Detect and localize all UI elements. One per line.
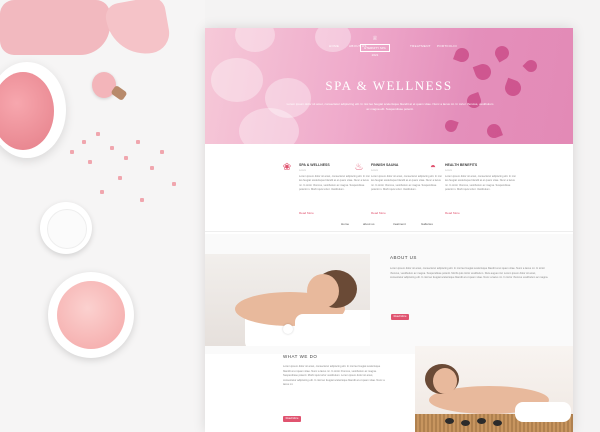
site-logo[interactable]: ♕ ETERNITY SPA 2021 bbox=[355, 36, 395, 60]
feature-read-more[interactable]: Read More bbox=[445, 211, 460, 215]
subnav-home[interactable]: Home bbox=[341, 222, 349, 226]
stone-massage-photo bbox=[415, 346, 573, 432]
about-text: Lorem ipsum dolor sit amet, consectetur … bbox=[390, 267, 549, 279]
salt-crystal bbox=[118, 176, 122, 180]
hero-title: SPA & WELLNESS bbox=[325, 78, 453, 93]
salt-crystal bbox=[100, 190, 104, 194]
salt-crystal bbox=[82, 140, 86, 144]
website-mockup: HOME ABOUT US TREATMENT PORTFOLIO ♕ ETER… bbox=[205, 28, 573, 432]
feature-text: Lorem ipsum dolor sit amet, consectetur … bbox=[445, 175, 516, 192]
salt-crystal bbox=[140, 198, 144, 202]
about-read-more-button[interactable]: Read More bbox=[391, 314, 409, 320]
nav-portfolio[interactable]: PORTFOLIO bbox=[437, 44, 457, 48]
nav-treatment[interactable]: TREATMENT bbox=[410, 44, 431, 48]
salt-crystal bbox=[160, 150, 164, 154]
salt-crystal bbox=[110, 146, 114, 150]
subnav-about[interactable]: about us bbox=[363, 222, 375, 226]
pillow-shape bbox=[295, 314, 365, 336]
feature-title: HEALTH BENEFITS bbox=[445, 163, 478, 167]
about-title: ABOUT US bbox=[390, 255, 417, 260]
orchid-flower bbox=[283, 324, 293, 334]
lotus-icon: ❀ bbox=[282, 162, 292, 173]
section-divider bbox=[205, 231, 573, 232]
logo-year: 2021 bbox=[371, 53, 379, 57]
face-shape bbox=[307, 274, 339, 308]
what-we-do-read-more-button[interactable]: Read More bbox=[283, 416, 301, 422]
feature-text: Lorem ipsum dolor sit amet, consectetur … bbox=[371, 175, 442, 192]
towel-image bbox=[103, 0, 173, 60]
orchid-petal bbox=[522, 57, 540, 75]
salt-crystal bbox=[124, 156, 128, 160]
towel-shape bbox=[515, 402, 571, 422]
about-section: ABOUT US Lorem ipsum dolor sit amet, con… bbox=[205, 234, 573, 354]
orchid-petal bbox=[443, 118, 459, 134]
what-we-do-section: WHAT WE DO Lorem ipsum dolor sit amet, c… bbox=[205, 346, 573, 432]
towel-image bbox=[0, 0, 110, 55]
salt-crystal bbox=[70, 150, 74, 154]
nav-home[interactable]: HOME bbox=[329, 44, 339, 48]
salt-crystal bbox=[88, 160, 92, 164]
logo-text: ETERNITY SPA bbox=[360, 44, 390, 52]
salt-crystal bbox=[136, 140, 140, 144]
hero-banner: HOME ABOUT US TREATMENT PORTFOLIO ♕ ETER… bbox=[205, 28, 573, 144]
crown-icon: ♕ bbox=[372, 36, 378, 42]
subnav-galleries[interactable]: Galleries bbox=[421, 222, 433, 226]
massage-photo bbox=[205, 254, 370, 346]
secondary-nav: Home about us treatment Galleries bbox=[205, 222, 573, 230]
hot-stone bbox=[461, 420, 470, 426]
hot-stone bbox=[493, 420, 502, 426]
what-we-do-text: Lorem ipsum dolor sit amet, consectetur … bbox=[283, 365, 385, 386]
pink-cream-jar-image bbox=[48, 272, 134, 358]
salt-crystal bbox=[96, 132, 100, 136]
face-shape bbox=[433, 368, 457, 394]
feature-subtitle: Lorem bbox=[445, 169, 453, 172]
what-we-do-title: WHAT WE DO bbox=[283, 354, 318, 359]
hero-subtitle: Lorem ipsum dolor sit amet, consectetur … bbox=[286, 102, 494, 111]
background-photo bbox=[0, 0, 205, 432]
candle-icon: ♨ bbox=[354, 162, 364, 173]
cork-image bbox=[110, 84, 128, 102]
hot-stone bbox=[477, 418, 486, 424]
feature-text: Lorem ipsum dolor sit amet, consectetur … bbox=[299, 175, 370, 192]
feature-subtitle: Lorem bbox=[371, 169, 379, 172]
feature-title: SPA & WELLNESS bbox=[299, 163, 330, 167]
salt-crystal bbox=[150, 166, 154, 170]
cream-jar-image bbox=[40, 202, 92, 254]
bowl-icon: ◓ bbox=[429, 162, 437, 173]
feature-title: FINNISH SAUNA bbox=[371, 163, 399, 167]
subnav-treatment[interactable]: treatment bbox=[393, 222, 406, 226]
feature-read-more[interactable]: Read More bbox=[299, 211, 314, 215]
feature-read-more[interactable]: Read More bbox=[371, 211, 386, 215]
orchid-petal bbox=[485, 122, 503, 140]
salt-crystal bbox=[172, 182, 176, 186]
feature-subtitle: Lorem bbox=[299, 169, 307, 172]
hot-stone bbox=[445, 418, 454, 424]
